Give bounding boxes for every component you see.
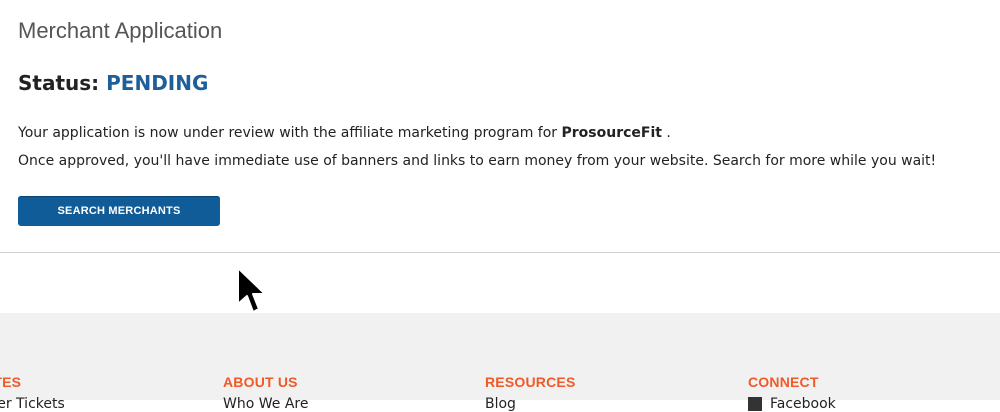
footer-heading: IATES xyxy=(0,374,22,390)
page-title: Merchant Application xyxy=(18,18,223,43)
status-value: PENDING xyxy=(106,71,209,95)
site-footer: IATES ...ler Tickets ABOUT US Who We Are… xyxy=(0,313,1000,412)
message-suffix: . xyxy=(666,125,671,141)
search-merchants-button[interactable]: SEARCH MERCHANTS xyxy=(18,196,220,226)
footer-heading: CONNECT xyxy=(748,374,819,390)
arrow-cursor-icon xyxy=(237,267,266,313)
footer-col-connect: CONNECT Facebook xyxy=(748,374,836,412)
facebook-icon xyxy=(748,397,762,411)
status-message-line-1: Your application is now under review wit… xyxy=(18,125,671,141)
footer-link[interactable]: ...ler Tickets xyxy=(0,396,65,412)
footer-heading: ABOUT US xyxy=(223,374,298,390)
footer-link[interactable]: Who We Are xyxy=(223,396,308,412)
merchant-application-card: Merchant Application Status: PENDING You… xyxy=(0,0,1000,252)
merchant-name: ProsourceFit xyxy=(561,125,662,141)
footer-col-about-us: ABOUT US Who We Are xyxy=(223,374,308,412)
status-label: Status: xyxy=(18,71,100,95)
status-message-line-2: Once approved, you'll have immediate use… xyxy=(18,153,937,169)
footer-link-facebook[interactable]: Facebook xyxy=(748,396,836,412)
footer-col-affiliates: IATES ...ler Tickets xyxy=(0,374,65,412)
application-status: Status: PENDING xyxy=(18,71,208,95)
footer-link-label: Facebook xyxy=(770,396,836,412)
message-prefix: Your application is now under review wit… xyxy=(18,125,558,141)
content-spacer xyxy=(0,253,1000,313)
footer-link[interactable]: Blog xyxy=(485,396,575,412)
footer-heading: RESOURCES xyxy=(485,374,576,390)
footer-col-resources: RESOURCES Blog xyxy=(485,374,575,412)
